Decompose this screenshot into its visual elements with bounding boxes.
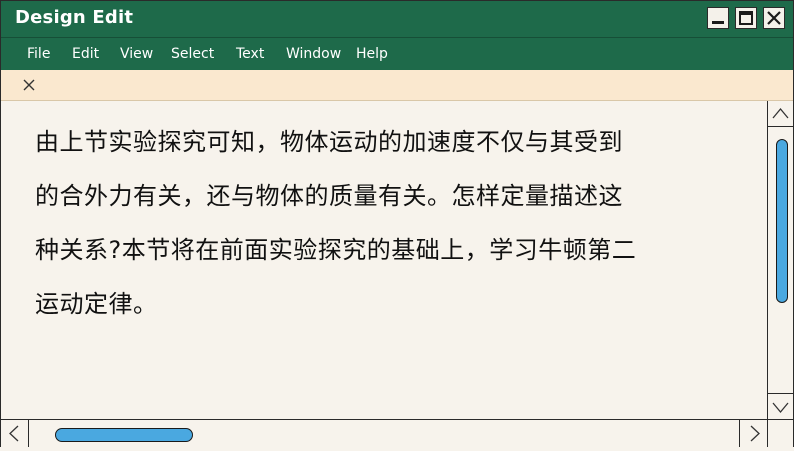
scroll-left-button[interactable] — [1, 420, 29, 447]
chevron-right-icon — [750, 425, 760, 442]
minimize-button[interactable] — [707, 7, 729, 29]
close-window-button[interactable] — [763, 7, 785, 29]
menu-edit[interactable]: Edit — [72, 46, 99, 62]
chevron-up-icon — [772, 107, 789, 119]
vertical-scroll-thumb[interactable] — [776, 139, 788, 303]
menu-select[interactable]: Select — [171, 46, 214, 62]
tab-bar — [1, 70, 793, 101]
document-area[interactable]: 由上节实验探究可知，物体运动的加速度不仅与其受到 的合外力有关，还与物体的质量有… — [1, 101, 767, 419]
tab-close-icon[interactable] — [20, 76, 38, 94]
maximize-icon — [739, 11, 753, 25]
title-bar[interactable]: Design Edit — [1, 1, 793, 37]
scroll-up-button[interactable] — [768, 101, 793, 127]
close-icon — [767, 11, 781, 25]
scroll-right-button[interactable] — [739, 420, 767, 447]
menu-view[interactable]: View — [120, 46, 153, 62]
minimize-icon — [712, 21, 724, 24]
horizontal-scroll-thumb[interactable] — [55, 428, 193, 442]
scroll-down-button[interactable] — [768, 393, 793, 419]
window-title: Design Edit — [15, 7, 134, 28]
maximize-button[interactable] — [735, 7, 757, 29]
vertical-scrollbar[interactable] — [767, 101, 793, 419]
horizontal-scrollbar[interactable] — [1, 419, 767, 447]
app-window: Design Edit File Edit View Select Text W… — [0, 0, 794, 447]
scrollbar-corner — [767, 419, 793, 447]
menu-bar: File Edit View Select Text Window Help — [1, 37, 793, 70]
document-text[interactable]: 由上节实验探究可知，物体运动的加速度不仅与其受到 的合外力有关，还与物体的质量有… — [35, 115, 763, 331]
menu-file[interactable]: File — [27, 46, 50, 62]
chevron-down-icon — [772, 402, 789, 414]
chevron-left-icon — [9, 425, 19, 442]
menu-text[interactable]: Text — [236, 46, 264, 62]
menu-window[interactable]: Window — [286, 46, 341, 62]
menu-help[interactable]: Help — [356, 46, 388, 62]
